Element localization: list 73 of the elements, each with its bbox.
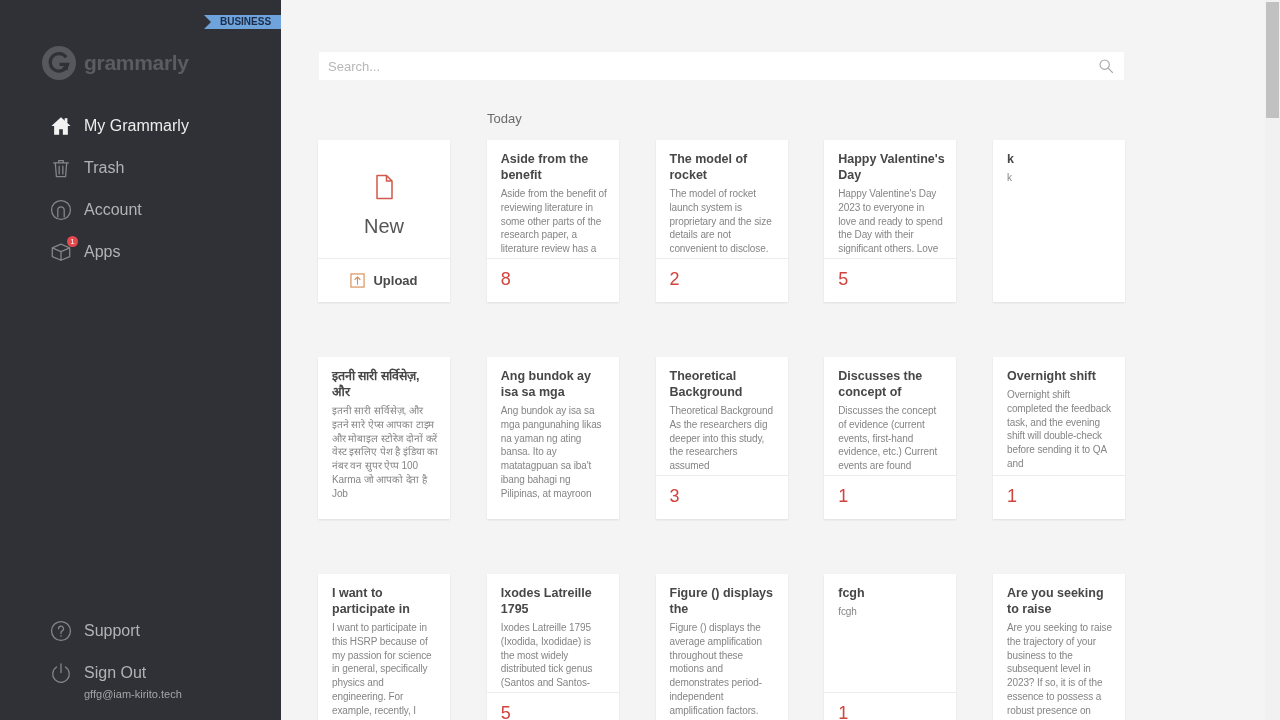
search-field[interactable]: Search... xyxy=(319,52,1124,80)
issue-count: 1 xyxy=(1007,489,1017,503)
document-preview: Discusses the concept of evidence (current events, first-hand evidence, etc.) Current events are found xyxy=(838,404,939,473)
search-icon xyxy=(1099,59,1113,73)
new-document-button[interactable]: New xyxy=(318,140,450,258)
power-icon xyxy=(50,662,72,684)
issue-count: 8 xyxy=(500,272,511,286)
document-preview: The model of rocket launch system is proprietary and the size details are not convenient to disclose. xyxy=(669,187,773,256)
document-card[interactable]: Figure () displays the Figure () displays the average amplification throughout these motions and demonstrates period-independent amplification factors. xyxy=(655,574,788,720)
document-title: I want to participate in xyxy=(332,585,411,617)
document-card[interactable]: Aside from the benefit Aside from the benefit of reviewing literature in some other parts of the research paper, a literature review has a 8 xyxy=(486,140,619,302)
user-circle-icon xyxy=(50,199,72,221)
document-preview: Ang bundok ay isa sa mga pangunahing likas na yaman ng ating bansa. Ito ay matatagpuan sa iba't ibang bahagi ng Pilipinas, at mayroon xyxy=(500,404,603,501)
document-title: Ang bundok ay isa sa mga xyxy=(500,368,593,400)
document-preview: Ixodes Latreille 1795 (Ixodida, Ixodidae) is the most widely distributed tick genus (Santos and Santos- xyxy=(500,621,594,690)
plan-ribbon: BUSINESS xyxy=(204,15,281,29)
issue-count: 3 xyxy=(669,489,680,503)
document-card[interactable]: Discusses the concept of Discusses the concept of evidence (current events, first-hand evidence, etc.) Current events are found 1 xyxy=(824,357,957,519)
issue-count: 2 xyxy=(669,272,680,286)
document-card[interactable]: Ang bundok ay isa sa mga Ang bundok ay isa sa mga pangunahing likas na yaman ng ating bansa. Ito ay matatagpuan sa iba't ibang bahagi ng Pilipinas, at mayroon xyxy=(486,357,619,519)
cube-icon xyxy=(50,241,72,263)
trash-icon xyxy=(50,157,72,179)
document-title: Happy Valentine's Day xyxy=(838,151,946,183)
document-card[interactable]: k k xyxy=(993,140,1125,302)
document-title: Figure () displays the xyxy=(669,585,774,617)
document-card[interactable]: Theoretical Background Theoretical Background As the researchers dig deeper into this study, the researchers assumed 3 xyxy=(655,357,788,519)
document-title: fcgh xyxy=(838,585,866,601)
scrollbar-thumb[interactable] xyxy=(1266,2,1279,118)
nav-item[interactable]: 1 Apps xyxy=(50,238,121,266)
logo-icon xyxy=(42,46,76,80)
upload-icon xyxy=(350,273,366,288)
document-card[interactable]: I want to participate in I want to participate in this HSRP because of my passion for science in general, specifically physics and engineering. For example, recently, I xyxy=(318,574,450,720)
account-email: gffg@iam-kirito.tech xyxy=(84,688,182,700)
issue-count: 1 xyxy=(838,489,849,503)
document-preview: Figure () displays the average amplification throughout these motions and demonstrates period-independent amplification factors. xyxy=(669,621,763,718)
document-card[interactable]: Are you seeking to raise Are you seeking to raise the trajectory of your business to the subsequent level in 2023? If so, it is of the essence to possess a robust presence on xyxy=(993,574,1125,720)
issue-count: 1 xyxy=(838,706,849,720)
document-preview: I want to participate in this HSRP because of my passion for science in general, specifically physics and engineering. For example, recently, I xyxy=(332,621,433,718)
nav-item[interactable]: Account xyxy=(50,196,142,224)
nav-item[interactable]: My Grammarly xyxy=(50,112,189,140)
document-card[interactable]: Happy Valentine's Day Happy Valentine's Day 2023 to everyone in love and ready to spend the Day with their significant others. Love 5 xyxy=(824,140,957,302)
document-preview: Happy Valentine's Day 2023 to everyone in love and ready to spend the Day with their significant others. Love xyxy=(838,187,944,256)
issue-count: 5 xyxy=(500,706,511,720)
nav-item[interactable]: Support xyxy=(50,617,141,645)
document-card[interactable]: The model of rocket The model of rocket launch system is proprietary and the size details are not convenient to disclose. 2 xyxy=(655,140,788,302)
document-title: इतनी सारी सर्विसेज़, और xyxy=(332,368,421,400)
document-preview: Overnight shift completed the feedback task, and the evening shift will double-check before sending it to QA and xyxy=(1007,388,1112,471)
document-preview: k xyxy=(1007,171,1013,185)
document-preview: Aside from the benefit of reviewing literature in some other parts of the research paper, a literature review has a xyxy=(500,187,608,256)
document-title: k xyxy=(1007,151,1015,167)
section-heading: Today xyxy=(487,111,522,127)
document-title: Ixodes Latreille 1795 xyxy=(500,585,593,617)
document-title: Overnight shift xyxy=(1007,368,1097,384)
nav-item[interactable]: Trash xyxy=(50,154,125,182)
document-preview: Theoretical Background As the researchers dig deeper into this study, the researchers assumed xyxy=(669,404,774,473)
document-preview: Are you seeking to raise the trajectory of your business to the subsequent level in 2023? If so, it is of the essence to possess a robust presence on xyxy=(1007,621,1113,718)
document-title: Discusses the concept of xyxy=(838,368,924,400)
document-preview: इतनी सारी सर्विसेज़, और इतने सारे ऐप्स आपका टाइम और मोबाइल स्टोरेज दोनों करें वेस्ट इसलिए पेश है इंडिया का नंबर वन सुपर ऐप्प 100 Karma जो आपको देता है Job xyxy=(332,404,439,501)
document-card[interactable]: Overnight shift Overnight shift completed the feedback task, and the evening shift will double-check before sending it to QA and 1 xyxy=(993,357,1125,519)
document-title: The model of rocket xyxy=(669,151,749,183)
document-card[interactable]: इतनी सारी सर्विसेज़, और इतनी सारी सर्विसेज़, और इतने सारे ऐप्स आपका टाइम और मोबाइल स्टोरेज दोनों करें वेस्ट इसलिए पेश है इंडिया का नंबर वन सुपर ऐप्प 100 Karma जो आपको देता है Job xyxy=(318,357,450,519)
document-title: Aside from the benefit xyxy=(500,151,590,183)
home-icon xyxy=(50,115,72,137)
notification-badge: 1 xyxy=(67,236,78,247)
issue-count: 5 xyxy=(838,272,849,286)
document-title: Are you seeking to raise xyxy=(1007,585,1105,617)
nav-item[interactable]: Sign Out xyxy=(50,659,147,687)
document-card[interactable]: fcgh fcgh 1 xyxy=(824,574,957,720)
help-icon xyxy=(50,620,72,642)
document-title: Theoretical Background xyxy=(669,368,744,400)
document-card[interactable]: Ixodes Latreille 1795 Ixodes Latreille 1795 (Ixodida, Ixodidae) is the most widely distributed tick genus (Santos and Santos- 5 xyxy=(486,574,619,720)
document-preview: fcgh xyxy=(838,605,858,619)
upload-button[interactable]: Upload xyxy=(318,258,450,302)
